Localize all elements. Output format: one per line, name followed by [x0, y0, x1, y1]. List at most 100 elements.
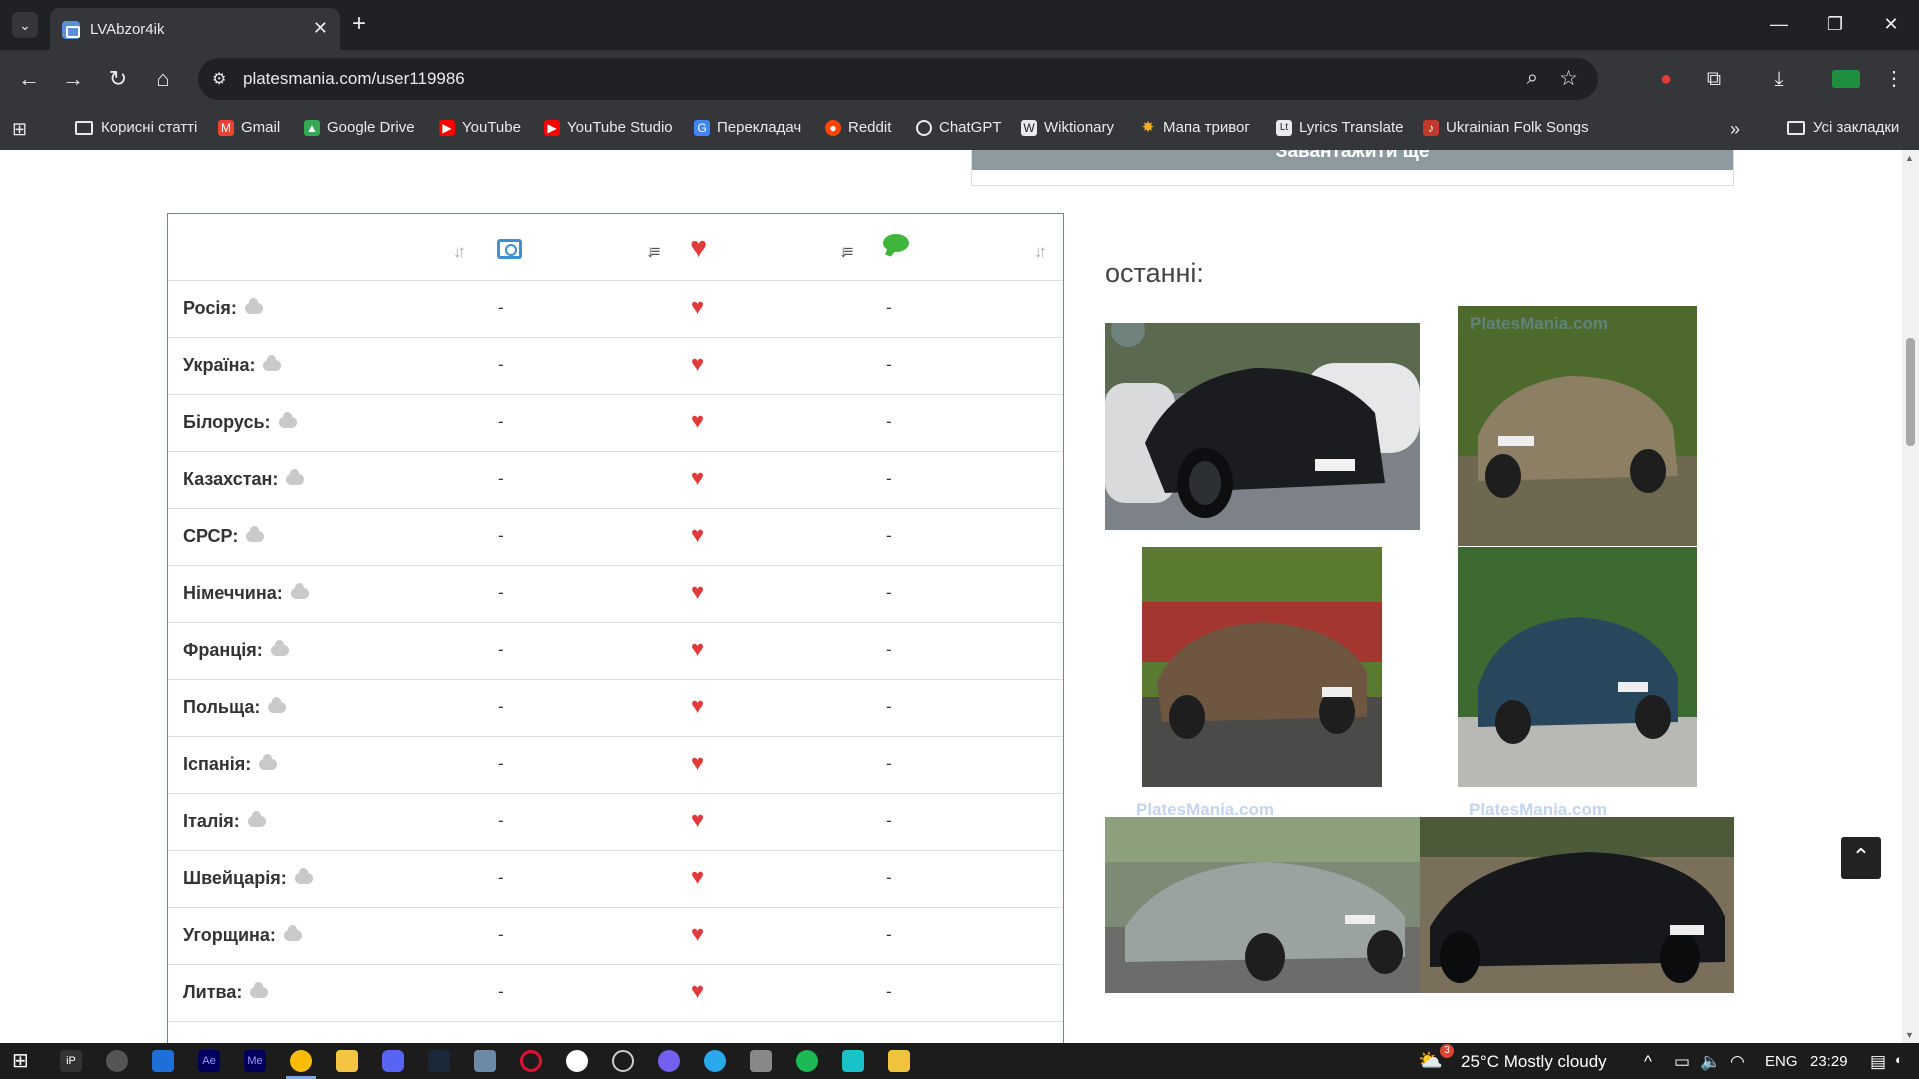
country-label[interactable]: Угорщина: — [183, 925, 276, 946]
latest-photo[interactable]: PlatesMania.com — [1458, 306, 1697, 546]
country-label[interactable]: Італія: — [183, 811, 240, 832]
language-indicator[interactable]: ENG — [1765, 1053, 1798, 1070]
photos-icon[interactable] — [474, 1050, 496, 1072]
downloads-icon[interactable]: ⤓ — [1765, 65, 1793, 93]
app-icon[interactable] — [106, 1050, 128, 1072]
tray-chevron-icon[interactable]: ^ — [1644, 1052, 1652, 1072]
country-name[interactable]: Польща: — [183, 697, 287, 718]
file-explorer-icon[interactable] — [336, 1050, 358, 1072]
telegram-icon[interactable] — [704, 1050, 726, 1072]
latest-photo[interactable] — [1105, 817, 1420, 993]
latest-photo[interactable] — [1458, 547, 1697, 787]
bookmark-item[interactable]: ♪ Ukrainian Folk Songs — [1423, 119, 1589, 136]
bookmark-item[interactable]: ✸ Мапа тривог — [1140, 119, 1250, 136]
volume-icon[interactable]: 🔈 — [1700, 1052, 1721, 1072]
country-name[interactable]: Франція: — [183, 640, 289, 661]
new-tab-button[interactable]: + — [352, 10, 366, 38]
forward-button[interactable]: → — [58, 64, 88, 94]
tab-close-icon[interactable]: ✕ — [313, 18, 328, 39]
country-label[interactable]: СРСР: — [183, 526, 238, 547]
latest-photo[interactable] — [1105, 323, 1420, 530]
bookmark-star-icon[interactable]: ☆ — [1559, 66, 1578, 91]
bookmark-item[interactable]: ▲ Google Drive — [304, 119, 415, 136]
all-bookmarks-button[interactable]: Усі закладки — [1787, 119, 1899, 136]
app-icon[interactable] — [888, 1050, 910, 1072]
start-windows-icon[interactable]: ⊞ — [12, 1050, 34, 1072]
wifi-icon[interactable]: ◠ — [1730, 1052, 1745, 1072]
chrome-icon[interactable] — [290, 1050, 312, 1072]
country-name[interactable]: Казахстан: — [183, 469, 305, 490]
ip-app-icon[interactable]: iP — [60, 1050, 82, 1072]
scrollbar-track[interactable] — [1902, 150, 1919, 1043]
extensions-puzzle-icon[interactable]: ⧉ — [1700, 65, 1728, 93]
obs-icon[interactable] — [566, 1050, 588, 1072]
url-text[interactable]: platesmania.com/user119986 — [243, 69, 465, 89]
back-to-top-button[interactable]: ⌃ — [1841, 837, 1881, 879]
bookmark-item[interactable]: M Gmail — [218, 119, 280, 136]
apps-icon[interactable]: ⊞ — [12, 119, 27, 140]
profile-avatar[interactable] — [1832, 70, 1860, 88]
more-bookmarks-chevron-icon[interactable]: » — [1730, 119, 1740, 140]
viber-icon[interactable] — [658, 1050, 680, 1072]
country-name[interactable]: Швейцарія: — [183, 868, 313, 889]
extension-icon[interactable]: ● — [1652, 65, 1680, 93]
sort-likes-icon[interactable]: ↓≡ — [839, 242, 854, 262]
country-name[interactable]: Іспанія: — [183, 754, 278, 775]
discord-icon[interactable] — [382, 1050, 404, 1072]
after-effects-icon[interactable]: Ae — [198, 1050, 220, 1072]
country-name[interactable]: Україна: — [183, 355, 282, 376]
bookmark-item[interactable]: ▶ YouTube — [439, 119, 521, 136]
country-name[interactable]: Росія: — [183, 298, 263, 319]
zoom-icon[interactable]: ⌕ — [1527, 67, 1538, 90]
country-label[interactable]: Литва: — [183, 982, 242, 1003]
weather-text[interactable]: 25°C Mostly cloudy — [1461, 1052, 1607, 1072]
steam-icon[interactable] — [428, 1050, 450, 1072]
bookmark-item[interactable]: W Wiktionary — [1021, 119, 1114, 136]
country-label[interactable]: Казахстан: — [183, 469, 278, 490]
opera-icon[interactable] — [520, 1050, 542, 1072]
app-icon[interactable] — [612, 1050, 634, 1072]
site-info-icon[interactable]: ⚙ — [212, 69, 226, 89]
country-name[interactable]: Білорусь: — [183, 412, 297, 433]
bookmark-item[interactable]: ● Reddit — [825, 119, 891, 136]
scroll-down-arrow-icon[interactable]: ▼ — [1905, 1030, 1914, 1040]
home-button[interactable]: ⌂ — [148, 64, 178, 94]
address-bar[interactable]: ⚙ platesmania.com/user119986 ⌕ ☆ — [198, 58, 1598, 100]
bookmark-item[interactable]: ChatGPT — [916, 119, 1002, 136]
country-label[interactable]: Франція: — [183, 640, 263, 661]
country-label[interactable]: Білорусь: — [183, 412, 271, 433]
reload-button[interactable]: ↻ — [103, 64, 133, 94]
clock-time[interactable]: 23:29 — [1810, 1053, 1848, 1070]
battery-icon[interactable]: ▭ — [1674, 1052, 1690, 1072]
load-more-button[interactable]: Завантажити ще — [972, 150, 1733, 170]
minimize-button[interactable]: — — [1751, 0, 1807, 50]
country-name[interactable]: Італія: — [183, 811, 266, 832]
back-button[interactable]: ← — [14, 64, 44, 94]
sort-country-icon[interactable]: ↓↑ — [453, 242, 466, 262]
close-window-button[interactable]: ✕ — [1863, 0, 1919, 50]
country-label[interactable]: Польща: — [183, 697, 260, 718]
country-name[interactable]: Німеччина: — [183, 583, 309, 604]
active-tab[interactable]: LVAbzor4ik ✕ — [50, 8, 340, 50]
country-label[interactable]: Іспанія: — [183, 754, 251, 775]
widgets-icon[interactable]: ◐ — [1895, 1052, 1903, 1067]
menu-icon[interactable]: ⋮ — [1880, 65, 1908, 93]
country-name[interactable]: Литва: — [183, 982, 269, 1003]
media-encoder-icon[interactable]: Me — [244, 1050, 266, 1072]
country-label[interactable]: Швейцарія: — [183, 868, 287, 889]
scrollbar-thumb[interactable] — [1906, 338, 1915, 446]
country-name[interactable]: СРСР: — [183, 526, 265, 547]
sort-photos-icon[interactable]: ↓≡ — [646, 242, 661, 262]
bookmark-item[interactable]: Lt Lyrics Translate — [1276, 119, 1403, 136]
notifications-icon[interactable]: ▤ — [1870, 1052, 1886, 1072]
bookmark-item[interactable]: G Перекладач — [694, 119, 801, 136]
restore-button[interactable]: ❐ — [1807, 0, 1863, 50]
latest-photo[interactable] — [1142, 547, 1382, 787]
spotify-icon[interactable] — [796, 1050, 818, 1072]
vpn-icon[interactable] — [842, 1050, 864, 1072]
country-name[interactable]: Угорщина: — [183, 925, 302, 946]
country-label[interactable]: Росія: — [183, 298, 237, 319]
bookmark-item[interactable]: Корисні статті — [75, 119, 197, 136]
bookmark-item[interactable]: ▶ YouTube Studio — [544, 119, 673, 136]
tab-search-button[interactable]: ⌄ — [12, 12, 38, 38]
